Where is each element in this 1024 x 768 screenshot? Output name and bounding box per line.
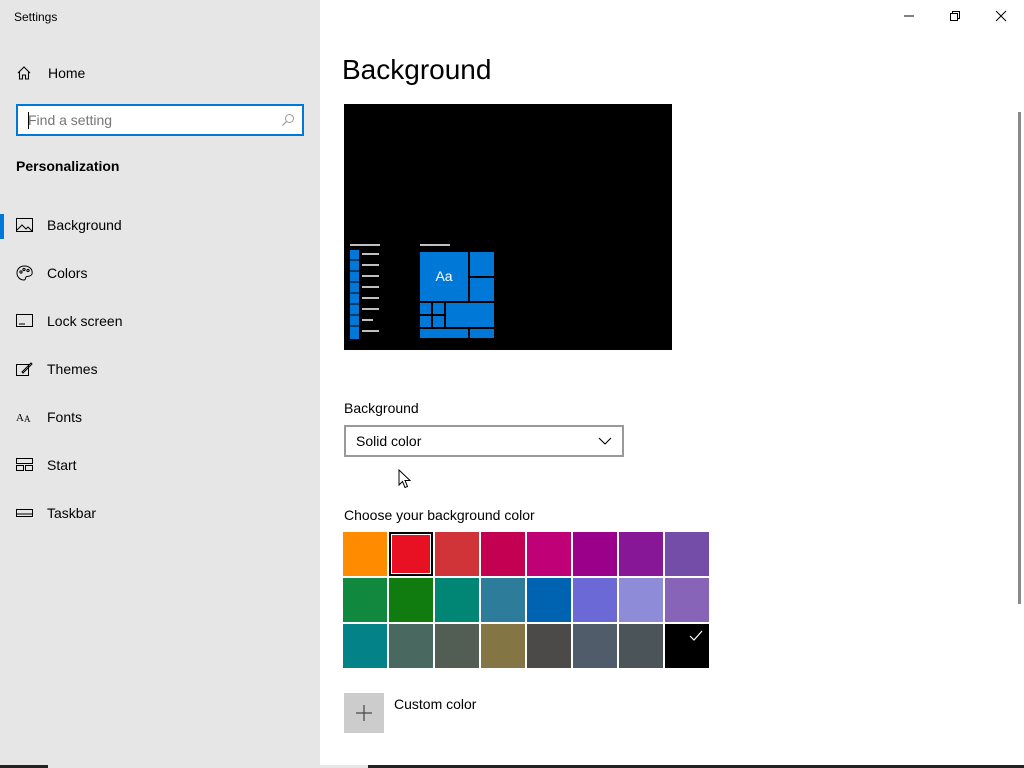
- page-title: Background: [342, 54, 492, 85]
- sidebar-item-fonts[interactable]: AA Fonts: [0, 400, 320, 448]
- color-swatch[interactable]: [343, 624, 387, 668]
- fonts-icon: AA: [16, 409, 33, 426]
- restore-button[interactable]: [932, 0, 978, 32]
- color-swatch[interactable]: [573, 532, 617, 576]
- color-picker-label: Choose your background color: [344, 507, 535, 523]
- color-swatch[interactable]: [343, 532, 387, 576]
- color-swatch[interactable]: [665, 532, 709, 576]
- background-preview: Aa: [344, 104, 672, 350]
- color-swatch[interactable]: [435, 624, 479, 668]
- sidebar-item-themes[interactable]: Themes: [0, 352, 320, 400]
- color-swatch[interactable]: [665, 624, 709, 668]
- home-label: Home: [48, 65, 86, 81]
- background-label: Background: [344, 400, 419, 416]
- color-swatch[interactable]: [389, 532, 433, 576]
- sidebar-item-colors[interactable]: Colors: [0, 256, 320, 304]
- minimize-icon: [904, 15, 914, 17]
- start-menu-preview-icon: [350, 244, 494, 339]
- color-swatch[interactable]: [481, 578, 525, 622]
- background-type-dropdown[interactable]: Solid color: [344, 425, 624, 457]
- section-title: Personalization: [16, 158, 120, 174]
- sidebar-item-taskbar[interactable]: Taskbar: [0, 496, 320, 544]
- sidebar-item-label: Colors: [47, 265, 88, 281]
- plus-icon: [356, 705, 372, 721]
- color-swatch[interactable]: [527, 578, 571, 622]
- color-swatch[interactable]: [435, 578, 479, 622]
- app-title: Settings: [14, 10, 58, 24]
- text-caret: [28, 112, 29, 129]
- preview-tile-text: Aa: [435, 268, 453, 284]
- color-swatch[interactable]: [435, 532, 479, 576]
- checkmark-icon: [689, 630, 703, 641]
- close-icon: [995, 10, 1007, 22]
- nav-list: Background Colors Lock screen Themes AA …: [0, 208, 320, 544]
- svg-text:A: A: [24, 414, 31, 424]
- lock-screen-icon: [16, 313, 33, 330]
- mouse-pointer-icon: [398, 468, 412, 494]
- color-swatch-grid: [343, 532, 711, 668]
- svg-text:A: A: [16, 412, 24, 424]
- sidebar: Settings Home Personalization Background: [0, 0, 320, 768]
- color-swatch[interactable]: [573, 578, 617, 622]
- picture-icon: [16, 217, 33, 234]
- sidebar-item-start[interactable]: Start: [0, 448, 320, 496]
- sidebar-item-label: Start: [47, 457, 77, 473]
- scrollbar[interactable]: [1018, 112, 1021, 604]
- color-swatch[interactable]: [619, 578, 663, 622]
- color-swatch[interactable]: [389, 624, 433, 668]
- restore-icon: [950, 11, 960, 21]
- chevron-down-icon: [598, 437, 612, 445]
- color-swatch[interactable]: [527, 624, 571, 668]
- search-input[interactable]: [18, 107, 274, 133]
- taskbar-icon: [16, 505, 33, 522]
- sidebar-item-background[interactable]: Background: [0, 208, 320, 256]
- color-swatch[interactable]: [343, 578, 387, 622]
- custom-color-button[interactable]: [344, 693, 384, 733]
- color-swatch[interactable]: [573, 624, 617, 668]
- search-box[interactable]: [16, 104, 304, 136]
- sidebar-item-label: Themes: [47, 361, 98, 377]
- palette-icon: [16, 265, 33, 282]
- sidebar-item-label: Lock screen: [47, 313, 123, 329]
- color-swatch[interactable]: [481, 624, 525, 668]
- close-button[interactable]: [978, 0, 1024, 32]
- color-swatch[interactable]: [527, 532, 571, 576]
- search-icon[interactable]: [274, 113, 302, 127]
- color-swatch[interactable]: [619, 624, 663, 668]
- color-swatch[interactable]: [481, 532, 525, 576]
- home-icon: [17, 66, 31, 80]
- dropdown-value: Solid color: [356, 433, 422, 449]
- color-swatch[interactable]: [665, 578, 709, 622]
- themes-icon: [16, 361, 33, 378]
- sidebar-item-label: Fonts: [47, 409, 83, 425]
- sidebar-item-label: Background: [47, 217, 122, 233]
- minimize-button[interactable]: [886, 0, 932, 32]
- home-link[interactable]: Home: [16, 62, 85, 84]
- custom-color-label[interactable]: Custom color: [394, 696, 476, 712]
- color-swatch[interactable]: [389, 578, 433, 622]
- sidebar-item-label: Taskbar: [47, 505, 97, 521]
- color-swatch[interactable]: [619, 532, 663, 576]
- start-icon: [16, 457, 33, 474]
- sidebar-item-lock-screen[interactable]: Lock screen: [0, 304, 320, 352]
